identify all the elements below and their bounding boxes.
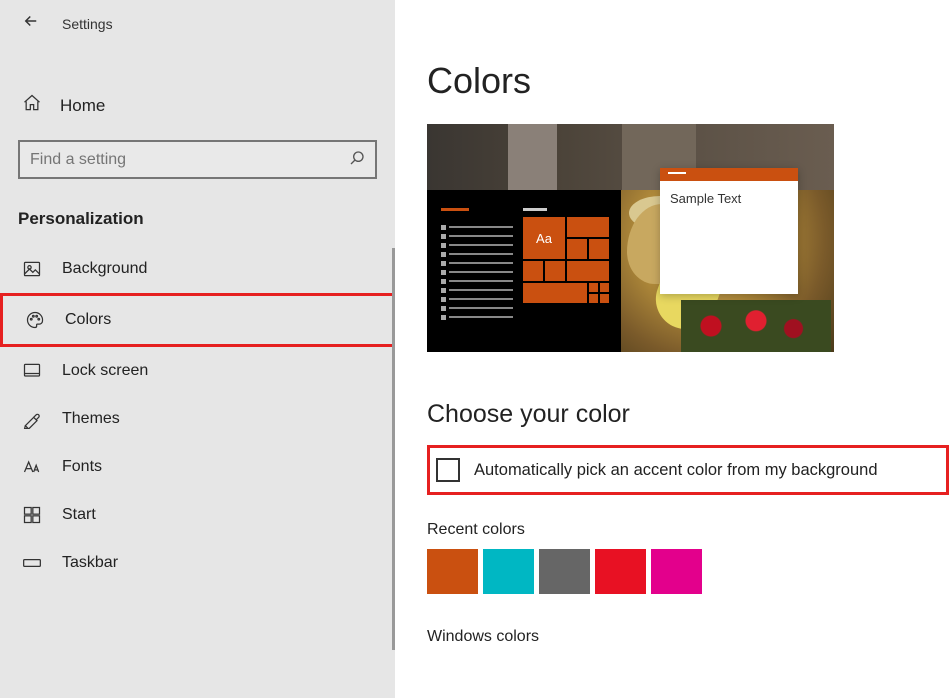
search-box[interactable] [18, 140, 377, 179]
nav-label: Fonts [62, 458, 102, 476]
taskbar-icon [22, 553, 42, 573]
nav-lockscreen[interactable]: Lock screen [0, 347, 395, 395]
preview-titlebar [660, 168, 798, 181]
sidebar: Settings Home Personalization Background… [0, 0, 395, 698]
fonts-icon [22, 457, 42, 477]
auto-accent-label: Automatically pick an accent color from … [474, 461, 878, 480]
color-swatch[interactable] [651, 549, 702, 594]
sidebar-header: Settings [0, 8, 395, 53]
nav-label: Themes [62, 410, 120, 428]
preview-tile-aa: Aa [523, 217, 565, 259]
picture-icon [22, 259, 42, 279]
preview-start-panel: Aa [427, 190, 621, 352]
preview-app-list [441, 208, 513, 324]
color-swatch[interactable] [427, 549, 478, 594]
windows-colors-heading: Windows colors [427, 628, 926, 646]
settings-title: Settings [62, 16, 113, 32]
nav-fonts[interactable]: Fonts [0, 443, 395, 491]
start-icon [22, 505, 42, 525]
palette-icon [25, 310, 45, 330]
nav-label: Lock screen [62, 362, 148, 380]
section-title: Personalization [0, 179, 395, 245]
nav-themes[interactable]: Themes [0, 395, 395, 443]
preview-window-card: Sample Text [660, 168, 798, 294]
recent-colors-heading: Recent colors [427, 521, 926, 539]
nav-background[interactable]: Background [0, 245, 395, 293]
main-content: Colors [395, 0, 950, 698]
preview-tiles: Aa [523, 208, 609, 303]
lockscreen-icon [22, 361, 42, 381]
auto-accent-row: Automatically pick an accent color from … [427, 445, 949, 495]
color-swatch[interactable] [483, 549, 534, 594]
search-input[interactable] [30, 151, 349, 169]
nav-label: Taskbar [62, 554, 118, 572]
preview-sample-text: Sample Text [660, 181, 798, 216]
nav-label: Start [62, 506, 96, 524]
color-swatch[interactable] [539, 549, 590, 594]
recent-colors-row [427, 549, 926, 594]
choose-color-heading: Choose your color [427, 400, 926, 429]
search-icon [349, 150, 365, 170]
themes-icon [22, 409, 42, 429]
nav-colors[interactable]: Colors [0, 293, 395, 347]
preview-flowers [681, 300, 831, 352]
color-preview: Aa [427, 124, 834, 352]
back-arrow-icon[interactable] [22, 12, 40, 35]
nav-start[interactable]: Start [0, 491, 395, 539]
nav-label: Background [62, 260, 147, 278]
home-label: Home [60, 96, 105, 116]
color-swatch[interactable] [595, 549, 646, 594]
page-title: Colors [427, 60, 926, 102]
nav-taskbar[interactable]: Taskbar [0, 539, 395, 587]
nav-label: Colors [65, 311, 111, 329]
home-icon [22, 93, 42, 118]
auto-accent-checkbox[interactable] [436, 458, 460, 482]
home-link[interactable]: Home [0, 83, 395, 128]
